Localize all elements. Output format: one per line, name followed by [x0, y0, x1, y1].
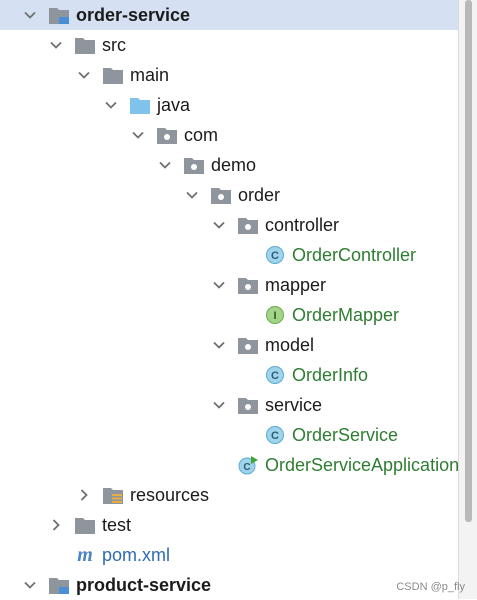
tree-item-label: pom.xml [102, 545, 171, 565]
project-tree: order-service src main java com demo order cont… [0, 0, 460, 600]
tree-row[interactable]: order [0, 180, 458, 210]
module-folder-icon [48, 5, 70, 25]
chevron-down-icon[interactable] [157, 157, 173, 173]
tree-item-label: demo [211, 155, 257, 175]
chevron-down-icon[interactable] [103, 97, 119, 113]
tree-item-label: OrderInfo [292, 365, 369, 385]
tree-item-label: order-service [76, 5, 191, 25]
tree-row[interactable]: I OrderMapper [0, 300, 458, 330]
svg-text:m: m [77, 545, 93, 565]
tree-row[interactable]: com [0, 120, 458, 150]
tree-item-label: main [130, 65, 170, 85]
tree-row[interactable]: product-service [0, 570, 458, 600]
package-icon [156, 125, 178, 145]
package-icon [237, 215, 259, 235]
tree-item-label: mapper [265, 275, 327, 295]
tree-item-label: service [265, 395, 323, 415]
tree-row[interactable]: resources [0, 480, 458, 510]
scrollbar-thumb[interactable] [465, 0, 472, 522]
chevron-down-icon[interactable] [76, 67, 92, 83]
package-icon [237, 335, 259, 355]
tree-item-label: OrderController [292, 245, 417, 265]
tree-item-label: order [238, 185, 281, 205]
tree-row[interactable]: src [0, 30, 458, 60]
svg-text:I: I [273, 310, 276, 322]
tree-item-label: com [184, 125, 219, 145]
tree-row[interactable]: C OrderService [0, 420, 458, 450]
chevron-down-icon[interactable] [130, 127, 146, 143]
tree-row[interactable]: C OrderInfo [0, 360, 458, 390]
tree-row[interactable]: model [0, 330, 458, 360]
folder-icon [102, 65, 124, 85]
chevron-down-icon[interactable] [211, 277, 227, 293]
tree-row[interactable]: controller [0, 210, 458, 240]
tree-row[interactable]: java [0, 90, 458, 120]
vertical-scrollbar[interactable] [458, 0, 477, 599]
tree-row[interactable]: mapper [0, 270, 458, 300]
chevron-down-icon[interactable] [22, 7, 38, 23]
svg-text:C: C [271, 250, 279, 262]
chevron-down-icon[interactable] [48, 37, 64, 53]
resources-folder-icon [102, 485, 124, 505]
svg-text:C: C [271, 370, 279, 382]
tree-item-label: resources [130, 485, 210, 505]
chevron-down-icon[interactable] [184, 187, 200, 203]
package-icon [210, 185, 232, 205]
package-icon [237, 275, 259, 295]
tree-item-label: java [157, 95, 191, 115]
chevron-right-icon[interactable] [48, 517, 64, 533]
tree-row[interactable]: service [0, 390, 458, 420]
tree-item-label: OrderMapper [292, 305, 400, 325]
chevron-down-icon[interactable] [211, 217, 227, 233]
class-icon: C [264, 365, 286, 385]
tree-row[interactable]: test [0, 510, 458, 540]
tree-row[interactable]: main [0, 60, 458, 90]
interface-icon: I [264, 305, 286, 325]
class-icon: C [264, 245, 286, 265]
tree-item-label: product-service [76, 575, 212, 595]
tree-row[interactable]: C OrderController [0, 240, 458, 270]
tree-item-label: src [102, 35, 126, 55]
module-folder-icon [48, 575, 70, 595]
tree-item-label: model [265, 335, 315, 355]
tree-item-label: OrderService [292, 425, 399, 445]
class-icon: C [264, 425, 286, 445]
maven-icon: m [74, 544, 96, 566]
tree-item-label: test [102, 515, 132, 535]
svg-text:C: C [271, 430, 279, 442]
svg-text:C: C [243, 462, 250, 473]
tree-item-label: controller [265, 215, 340, 235]
chevron-down-icon[interactable] [211, 397, 227, 413]
package-icon [183, 155, 205, 175]
tree-row[interactable]: demo [0, 150, 458, 180]
chevron-down-icon[interactable] [211, 337, 227, 353]
folder-icon [74, 515, 96, 535]
chevron-down-icon[interactable] [22, 577, 38, 593]
tree-row[interactable]: m pom.xml [0, 540, 458, 570]
folder-icon [74, 35, 96, 55]
spring-boot-app-icon: C [237, 455, 259, 475]
tree-row[interactable]: C OrderServiceApplication [0, 450, 460, 480]
tree-item-label: OrderServiceApplication [265, 455, 460, 475]
package-icon [237, 395, 259, 415]
watermark-text: CSDN @p_fly [396, 581, 465, 593]
chevron-right-icon[interactable] [76, 487, 92, 503]
tree-row[interactable]: order-service [0, 0, 458, 30]
source-root-folder-icon [129, 95, 151, 115]
